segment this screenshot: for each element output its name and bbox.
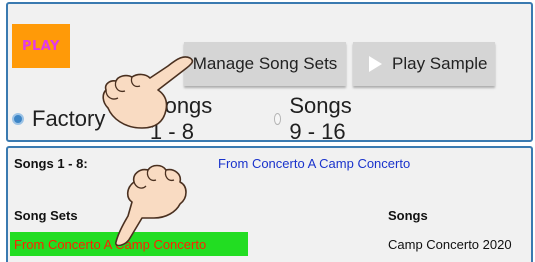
song-sets-column-header: Song Sets <box>14 208 78 223</box>
radio-factory[interactable]: Factory <box>12 104 105 134</box>
manage-song-sets-button[interactable]: Manage Song Sets <box>184 42 346 86</box>
top-panel: PLAY Manage Song Sets Play Sample Factor… <box>6 2 533 144</box>
radio-label: Factory <box>32 106 106 131</box>
play-triangle-icon <box>369 56 382 72</box>
songs-column-header: Songs <box>388 208 428 223</box>
play-sample-button[interactable]: Play Sample <box>353 42 495 86</box>
play-sample-label: Play Sample <box>392 54 488 73</box>
radio-unselected-icon <box>134 113 142 125</box>
bottom-panel: Songs 1 - 8: From Concerto A Camp Concer… <box>6 146 533 262</box>
radio-songs-1-8[interactable]: Songs 1 - 8 <box>134 93 216 144</box>
radio-unselected-icon <box>274 113 282 125</box>
current-song-set-name: From Concerto A Camp Concerto <box>218 156 411 171</box>
manage-song-sets-label: Manage Song Sets <box>192 54 338 73</box>
radio-songs-9-16[interactable]: Songs 9 - 16 <box>274 93 356 144</box>
play-button[interactable]: PLAY <box>12 24 70 68</box>
song-list-item[interactable]: Camp Concerto 2020 <box>388 237 512 252</box>
songs-title: Songs 1 - 8: <box>14 156 88 171</box>
radio-label: Songs 9 - 16 <box>289 93 352 144</box>
radio-selected-icon <box>12 113 24 125</box>
radio-label: Songs 1 - 8 <box>149 93 213 144</box>
song-set-list-item[interactable]: From Concerto A Camp Concerto <box>10 232 248 256</box>
